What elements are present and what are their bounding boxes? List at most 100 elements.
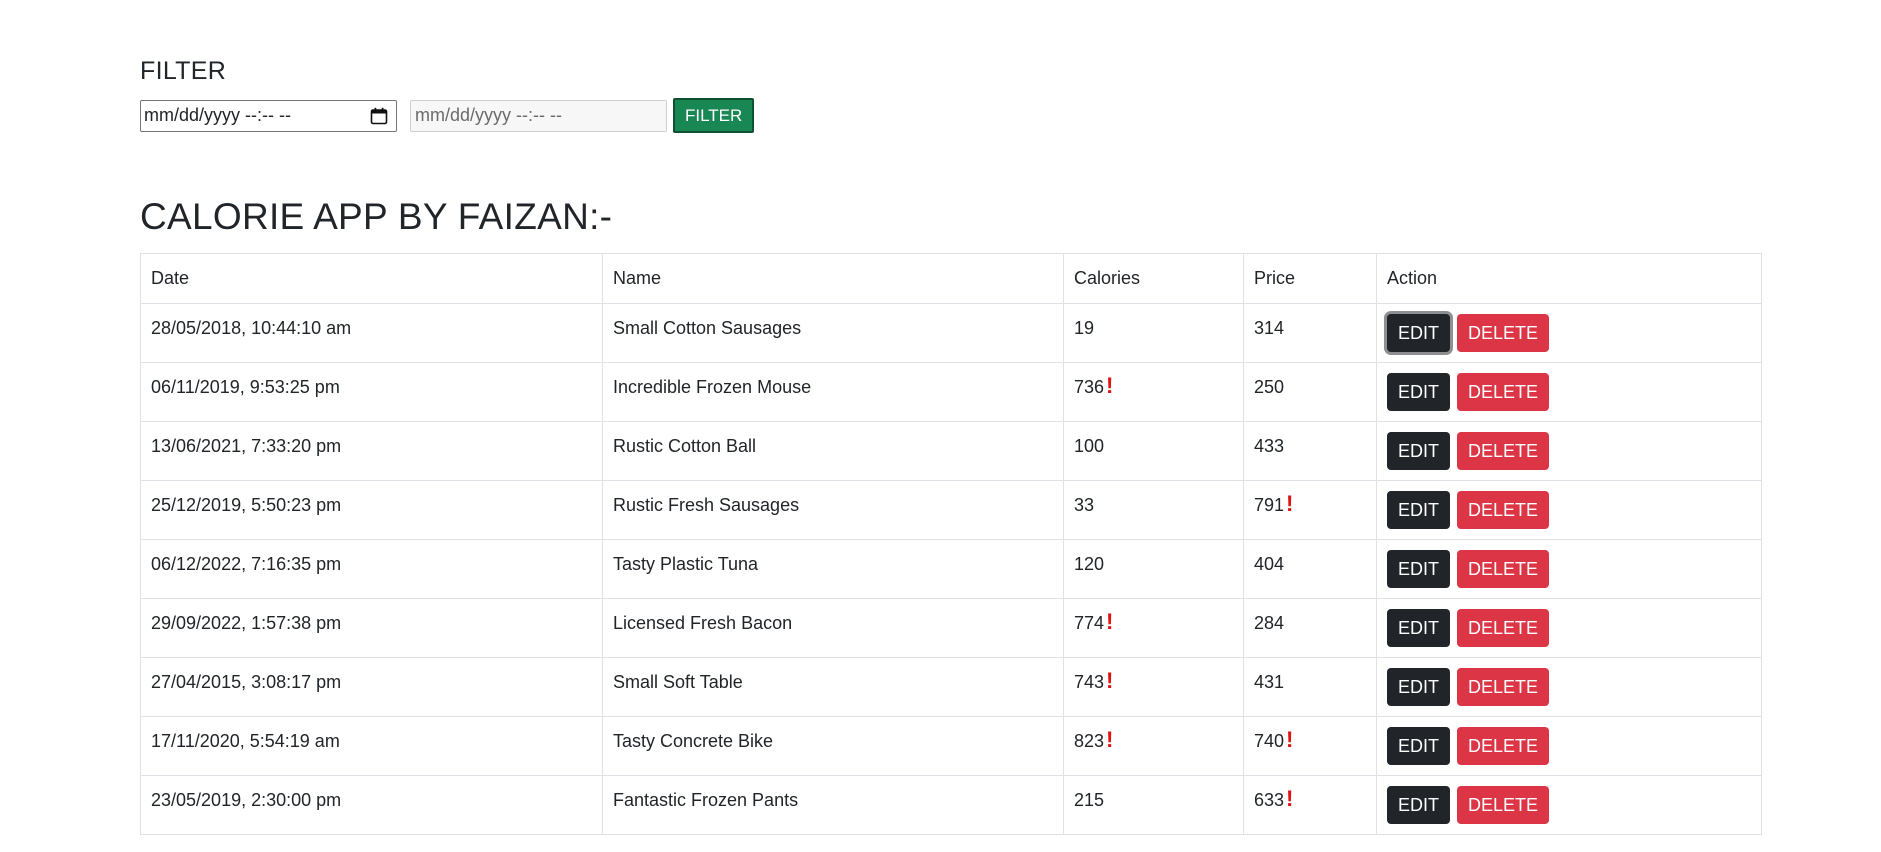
calories-value: 736 [1074,377,1105,397]
warning-icon: ! [1106,373,1114,398]
cell-action: EDIT DELETE [1376,480,1762,540]
table-row: 23/05/2019, 2:30:00 pm Fantastic Frozen P… [140,775,1762,835]
filter-row: mm/dd/yyyy --:-- -- mm/dd/yyyy --:-- -- … [140,98,755,133]
cell-price: 284 [1243,598,1377,658]
cell-date: 27/04/2015, 3:08:17 pm [140,657,603,717]
cell-price: 250 [1243,362,1377,422]
cell-calories: 215 [1063,775,1244,835]
header-price: Price [1243,253,1377,304]
cell-calories: 120 [1063,539,1244,599]
edit-button[interactable]: EDIT [1387,432,1451,470]
calories-value: 743 [1074,672,1105,692]
cell-action: EDIT DELETE [1376,303,1762,363]
table-row: 06/11/2019, 9:53:25 pm Incredible Frozen … [140,362,1762,422]
table-row: 29/09/2022, 1:57:38 pm Licensed Fresh Bac… [140,598,1762,658]
edit-button[interactable]: EDIT [1387,786,1451,824]
cell-price: 633! [1243,775,1377,835]
warning-icon: ! [1286,786,1294,811]
table-body: 28/05/2018, 10:44:10 am Small Cotton Saus… [140,303,1762,835]
price-value: 404 [1254,554,1285,574]
cell-date: 28/05/2018, 10:44:10 am [140,303,603,363]
cell-action: EDIT DELETE [1376,539,1762,599]
cell-name: Tasty Concrete Bike [602,716,1064,776]
warning-icon: ! [1106,727,1114,752]
header-name: Name [602,253,1064,304]
cell-date: 23/05/2019, 2:30:00 pm [140,775,603,835]
cell-name: Fantastic Frozen Pants [602,775,1064,835]
cell-name: Small Cotton Sausages [602,303,1064,363]
start-date-input[interactable]: mm/dd/yyyy --:-- -- [140,99,397,132]
page: FILTER mm/dd/yyyy --:-- -- mm/dd/yyyy --… [0,0,1881,852]
cell-price: 433 [1243,421,1377,481]
delete-button[interactable]: DELETE [1457,314,1550,352]
edit-button[interactable]: EDIT [1387,609,1451,647]
cell-name: Incredible Frozen Mouse [602,362,1064,422]
price-value: 433 [1254,436,1285,456]
delete-button[interactable]: DELETE [1457,373,1550,411]
filter-title: FILTER [140,57,227,85]
cell-name: Tasty Plastic Tuna [602,539,1064,599]
edit-button[interactable]: EDIT [1387,491,1451,529]
price-value: 284 [1254,613,1285,633]
price-value: 791 [1254,495,1285,515]
price-value: 314 [1254,318,1285,338]
cell-calories: 736! [1063,362,1244,422]
calorie-table-container: Date Name Calories Price Action 28/05/20… [140,253,1762,835]
edit-button[interactable]: EDIT [1387,727,1451,765]
cell-date: 25/12/2019, 5:50:23 pm [140,480,603,540]
header-calories: Calories [1063,253,1244,304]
cell-action: EDIT DELETE [1376,716,1762,776]
delete-button[interactable]: DELETE [1457,668,1550,706]
table-header-row: Date Name Calories Price Action [140,253,1762,304]
price-value: 633 [1254,790,1285,810]
edit-button[interactable]: EDIT [1387,373,1451,411]
calories-value: 120 [1074,554,1105,574]
calendar-icon[interactable] [370,107,388,125]
cell-action: EDIT DELETE [1376,775,1762,835]
cell-price: 791! [1243,480,1377,540]
table-row: 06/12/2022, 7:16:35 pm Tasty Plastic Tuna… [140,539,1762,599]
calories-value: 100 [1074,436,1105,456]
table-row: 28/05/2018, 10:44:10 am Small Cotton Saus… [140,303,1762,363]
edit-button[interactable]: EDIT [1387,314,1451,352]
table-row: 25/12/2019, 5:50:23 pm Rustic Fresh Sausa… [140,480,1762,540]
header-action: Action [1376,253,1762,304]
table-row: 13/06/2021, 7:33:20 pm Rustic Cotton Ball… [140,421,1762,481]
calorie-table: Date Name Calories Price Action 28/05/20… [140,253,1762,835]
cell-date: 17/11/2020, 5:54:19 am [140,716,603,776]
app-title: CALORIE APP BY FAIZAN:- [140,196,613,237]
end-date-input[interactable]: mm/dd/yyyy --:-- -- [410,99,667,132]
cell-name: Licensed Fresh Bacon [602,598,1064,658]
calories-value: 215 [1074,790,1105,810]
price-value: 431 [1254,672,1285,692]
cell-name: Small Soft Table [602,657,1064,717]
cell-date: 13/06/2021, 7:33:20 pm [140,421,603,481]
table-row: 17/11/2020, 5:54:19 am Tasty Concrete Bik… [140,716,1762,776]
cell-name: Rustic Cotton Ball [602,421,1064,481]
delete-button[interactable]: DELETE [1457,432,1550,470]
cell-price: 314 [1243,303,1377,363]
delete-button[interactable]: DELETE [1457,727,1550,765]
edit-button[interactable]: EDIT [1387,550,1451,588]
end-date-placeholder: mm/dd/yyyy --:-- -- [415,105,562,125]
edit-button[interactable]: EDIT [1387,668,1451,706]
warning-icon: ! [1106,609,1114,634]
cell-action: EDIT DELETE [1376,598,1762,658]
cell-price: 404 [1243,539,1377,599]
price-value: 250 [1254,377,1285,397]
delete-button[interactable]: DELETE [1457,491,1550,529]
filter-button[interactable]: FILTER [673,98,755,133]
cell-date: 29/09/2022, 1:57:38 pm [140,598,603,658]
warning-icon: ! [1286,727,1294,752]
delete-button[interactable]: DELETE [1457,550,1550,588]
delete-button[interactable]: DELETE [1457,609,1550,647]
cell-calories: 100 [1063,421,1244,481]
cell-calories: 33 [1063,480,1244,540]
cell-name: Rustic Fresh Sausages [602,480,1064,540]
cell-action: EDIT DELETE [1376,362,1762,422]
delete-button[interactable]: DELETE [1457,786,1550,824]
cell-calories: 823! [1063,716,1244,776]
cell-date: 06/11/2019, 9:53:25 pm [140,362,603,422]
calories-value: 19 [1074,318,1095,338]
calories-value: 33 [1074,495,1095,515]
